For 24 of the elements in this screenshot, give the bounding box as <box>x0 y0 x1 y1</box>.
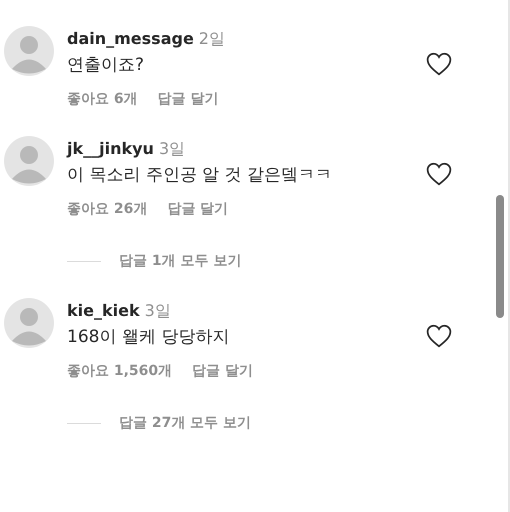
view-replies-button[interactable]: 답글 27개 모두 보기 <box>119 414 252 432</box>
like-count[interactable]: 좋아요 6개 <box>67 90 138 108</box>
reply-button[interactable]: 답글 달기 <box>158 90 218 108</box>
username[interactable]: dain_message <box>67 29 194 48</box>
like-count[interactable]: 좋아요 26개 <box>67 200 148 218</box>
view-replies-button[interactable]: 답글 1개 모두 보기 <box>119 252 242 270</box>
reply-button[interactable]: 답글 달기 <box>192 362 254 380</box>
scrollbar-thumb[interactable] <box>496 195 504 318</box>
like-count[interactable]: 좋아요 1,560개 <box>67 362 172 380</box>
avatar[interactable] <box>4 26 54 76</box>
comment-time: 3일 <box>158 139 186 160</box>
comment-text: 168이 왤케 당당하지 <box>67 326 230 348</box>
avatar[interactable] <box>4 136 54 186</box>
heart-icon[interactable] <box>426 52 452 76</box>
avatar[interactable] <box>4 298 54 348</box>
reply-button[interactable]: 답글 달기 <box>167 200 228 218</box>
heart-icon[interactable] <box>426 324 452 348</box>
comment-text: 이 목소리 주인공 알 것 같은뎈ㅋㅋ <box>67 164 332 186</box>
username[interactable]: jk__jinkyu <box>67 139 154 158</box>
username[interactable]: kie_kiek <box>67 301 140 320</box>
heart-icon[interactable] <box>426 162 452 186</box>
comment-time: 2일 <box>198 29 225 50</box>
comment-time: 3일 <box>144 301 171 322</box>
comment-text: 연출이죠? <box>67 54 144 76</box>
